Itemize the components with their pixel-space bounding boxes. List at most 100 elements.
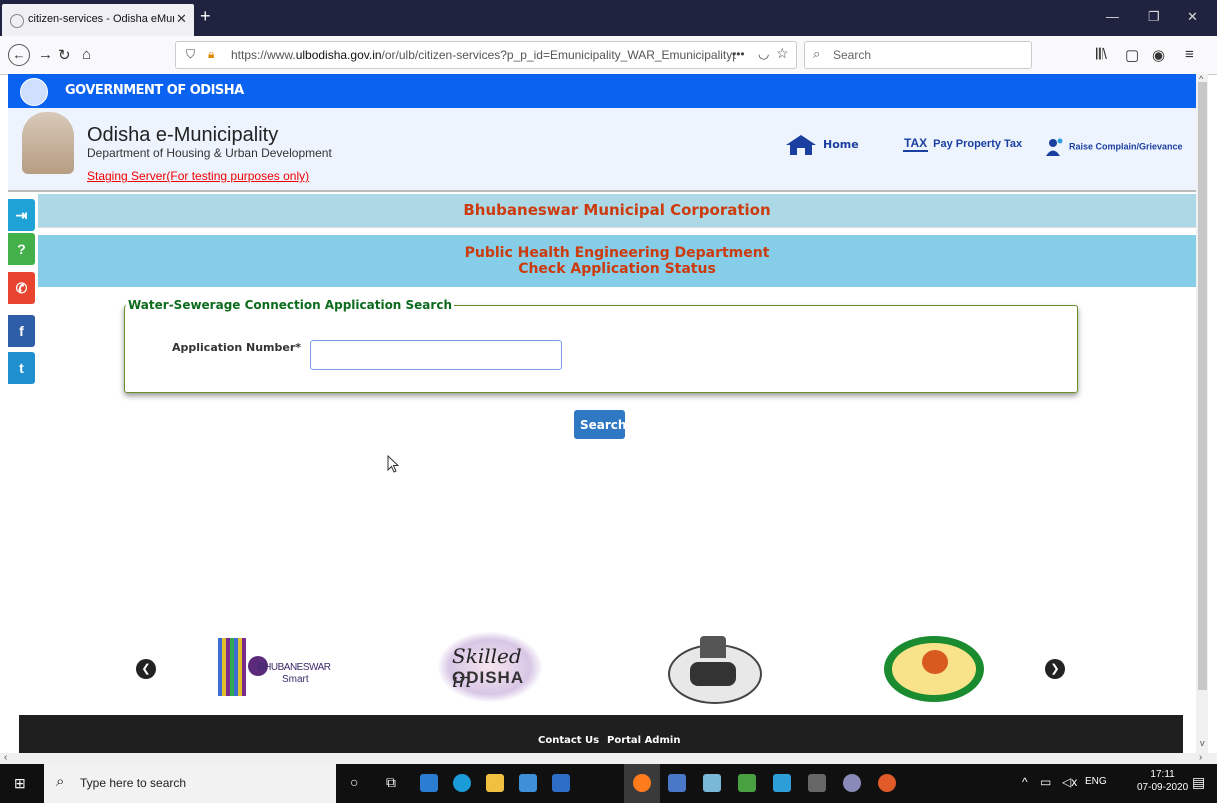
network-tray-icon[interactable]: ▭ [1040,775,1051,789]
site-subtitle: Department of Housing & Urban Developmen… [87,146,332,160]
fieldset-legend: Water-Sewerage Connection Application Se… [126,298,454,312]
file-explorer-icon[interactable] [486,774,504,792]
tax-icon: TAX [903,136,929,152]
application-number-input[interactable] [310,340,562,370]
edge-icon[interactable] [453,774,471,792]
volume-muted-icon[interactable]: ◁x [1062,775,1077,789]
address-bar[interactable]: ⛉ 🔒︎ https://www.ulbodisha.gov.in/or/ulb… [175,41,797,69]
firefox-icon[interactable] [633,774,651,792]
department-name: Public Health Engineering Department [464,245,770,261]
taskbar-search-box[interactable]: ⌕ Type here to search [44,764,336,803]
pocket-icon[interactable]: ◡ [758,46,769,62]
url-text: https://www.ulbodisha.gov.in/or/ulb/citi… [231,48,736,62]
language-indicator[interactable]: ENG [1085,776,1107,787]
contact-us-link[interactable]: Contact Us [538,735,599,746]
staging-notice-link[interactable]: Staging Server(For testing purposes only… [87,169,309,183]
chrome-icon[interactable] [878,774,896,792]
vertical-scrollbar-thumb[interactable] [1198,82,1207,690]
back-icon[interactable]: ← [8,44,30,66]
task-view-icon[interactable]: ⧉ [386,774,396,791]
search-button[interactable]: Search [574,410,626,439]
windows-taskbar: ⊞ ⌕ Type here to search ○ ⧉ ^ ▭ ◁x ENG 1… [0,764,1217,803]
odisha-emblem-icon [20,78,48,106]
browser-tab-bar: citizen-services - Odisha eMuni ✕ + — ❐ … [0,0,1217,36]
home-link[interactable]: Home [784,134,859,156]
home-icon[interactable]: ⌂ [82,46,91,63]
clock-date: 07-09-2020 [1137,782,1189,793]
scroll-left-icon[interactable]: ‹ [4,752,7,763]
scroll-right-icon[interactable]: › [1199,752,1202,763]
menu-icon[interactable]: ≡ [1185,46,1194,63]
close-tab-icon[interactable]: ✕ [176,11,187,27]
horizontal-scrollbar[interactable]: ‹ › [0,752,1217,764]
sidebar-icon[interactable]: ▢ [1125,46,1139,64]
login-icon[interactable]: ⇥ [8,199,35,231]
reload-icon[interactable]: ↻ [58,46,71,64]
government-title: GOVERNMENT OF ODISHA [65,83,244,98]
forward-icon[interactable]: → [38,46,53,63]
browser-tab[interactable]: citizen-services - Odisha eMuni ✕ [2,4,194,36]
clock-time: 17:11 [1150,769,1175,780]
scroll-down-icon[interactable]: v [1200,738,1205,748]
portal-admin-link[interactable]: Portal Admin [607,735,680,746]
pay-property-tax-link[interactable]: TAX Pay Property Tax [903,136,1022,152]
help-icon[interactable]: ? [8,233,35,265]
library-icon[interactable]: 𝄃𝄃\ [1096,46,1107,63]
bhubaneswar-text: BHUBANESWAR [258,662,331,673]
shield-icon[interactable]: ⛉ [186,47,195,62]
app-icon-2[interactable] [738,774,756,792]
page-actions-icon[interactable]: ••• [732,47,745,61]
account-icon[interactable]: ◉ [1152,46,1165,64]
network-app-icon[interactable] [668,774,686,792]
new-tab-button[interactable]: + [200,6,211,27]
taskbar-search-placeholder: Type here to search [80,776,187,790]
skilled-in-odisha-logo: Skilled in ODISHA [438,632,542,702]
restore-icon[interactable]: ❐ [1148,9,1160,25]
store-icon[interactable] [519,774,537,792]
site-header: Odisha e-Municipality Department of Hous… [8,108,1196,192]
app-icon-3[interactable] [773,774,791,792]
smart-text: Smart [282,674,309,685]
facebook-icon[interactable]: f [8,315,35,347]
search-placeholder: Search [833,48,872,62]
minimize-icon[interactable]: — [1106,9,1119,24]
odisha-state-emblem [662,632,764,704]
cortana-icon[interactable]: ○ [350,774,358,790]
aahaar-logo [884,636,984,702]
site-footer: Contact Us Portal Admin [19,715,1183,753]
raise-complaint-link[interactable]: Raise Complain/Grievance [1046,138,1183,156]
mouse-cursor-icon [387,455,399,473]
site-title: Odisha e-Municipality [87,124,279,146]
user-support-icon [1046,138,1063,156]
government-bar: GOVERNMENT OF ODISHA [8,74,1196,108]
notification-icon[interactable]: ▤ [1192,774,1205,791]
app-icon-1[interactable] [703,774,721,792]
close-window-icon[interactable]: ✕ [1187,9,1198,25]
search-icon: ⌕ [56,773,65,790]
corporation-banner: Bhubaneswar Municipal Corporation [38,194,1196,228]
raise-complaint-label: Raise Complain/Grievance [1069,141,1183,152]
corporation-name: Bhubaneswar Municipal Corporation [463,201,771,219]
taskbar-clock[interactable]: 17:11 07-09-2020 [1137,768,1188,794]
page-heading: Check Application Status [518,261,716,277]
browser-nav-bar: ← → ↻ ⌂ ⛉ 🔒︎ https://www.ulbodisha.gov.i… [0,36,1217,75]
carousel-prev-icon[interactable]: ❮ [136,659,156,679]
mail-icon[interactable] [552,774,570,792]
home-link-label: Home [823,137,859,151]
department-banner: Public Health Engineering Department Che… [38,235,1196,287]
twitter-icon[interactable]: t [8,352,35,384]
phone-icon[interactable]: ✆ [8,272,35,304]
bookmark-star-icon[interactable]: ☆ [776,45,789,62]
tray-chevron-icon[interactable]: ^ [1022,775,1028,789]
tab-title: citizen-services - Odisha eMuni [28,13,174,25]
scroll-up-icon[interactable]: ^ [1199,74,1203,84]
paint-icon[interactable] [843,774,861,792]
carousel-next-icon[interactable]: ❯ [1045,659,1065,679]
windows-start-icon[interactable]: ⊞ [14,775,26,792]
bhubaneswar-smart-logo: BHUBANESWAR Smart [218,636,331,698]
internet-explorer-icon[interactable] [420,774,438,792]
home-icon [786,135,816,155]
terminal-icon[interactable] [808,774,826,792]
browser-search-box[interactable]: ⌕ Search [804,41,1032,69]
lock-warning-icon[interactable]: 🔒︎ [208,47,214,62]
